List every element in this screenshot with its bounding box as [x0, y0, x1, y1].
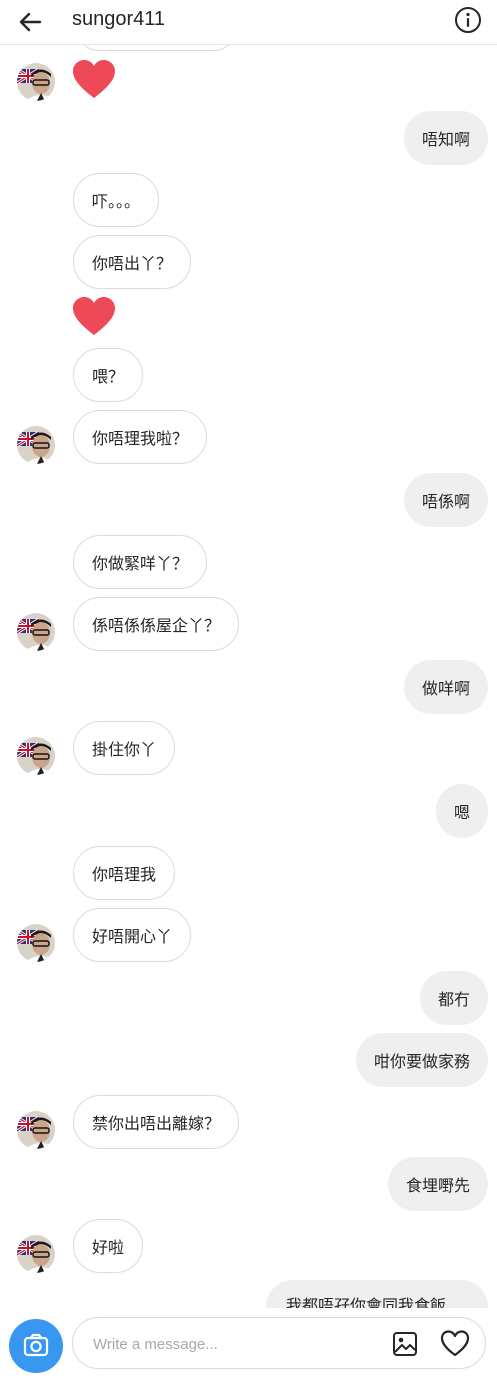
- chat-header: sungor411: [0, 0, 497, 45]
- message-bubble-incoming: 你做緊咩丫？: [73, 535, 208, 589]
- heart-icon[interactable]: [439, 1328, 471, 1360]
- message-input[interactable]: [91, 1331, 375, 1357]
- message-bubble-incoming: 喂？: [73, 348, 144, 402]
- message-bubble-incoming: 好啦: [73, 1219, 144, 1273]
- chat-username[interactable]: sungor411: [72, 6, 165, 32]
- message-bubble-incoming: 禁你出唔出離嫁？: [73, 1095, 240, 1149]
- message-input-wrapper: [72, 1317, 486, 1369]
- message-bubble-outgoing: 都冇: [419, 971, 488, 1025]
- avatar[interactable]: [17, 924, 55, 962]
- message-composer: [0, 1308, 497, 1382]
- avatar[interactable]: [17, 1235, 55, 1273]
- message-bubble-incoming: 吓。。。: [73, 173, 160, 227]
- message-bubble-outgoing: 做咩啊: [403, 660, 488, 714]
- avatar[interactable]: [17, 1111, 55, 1149]
- avatar[interactable]: [17, 426, 55, 464]
- message-bubble-outgoing: 嗯: [435, 784, 488, 838]
- heart-message-icon: [72, 297, 116, 337]
- camera-button[interactable]: [9, 1319, 63, 1373]
- message-bubble-incoming: 係唔係係屋企丫？: [73, 597, 240, 651]
- avatar[interactable]: [17, 737, 55, 775]
- message-bubble-outgoing: 唔知啊: [403, 111, 488, 165]
- message-bubble-incoming: 好唔開心丫: [73, 908, 192, 962]
- camera-icon: [23, 1333, 49, 1357]
- arrow-left-icon[interactable]: [14, 6, 46, 38]
- message-bubble-outgoing: 食埋嘢先: [387, 1157, 488, 1211]
- avatar[interactable]: [17, 63, 55, 101]
- heart-message-icon: [72, 60, 116, 100]
- avatar[interactable]: [17, 613, 55, 651]
- message-bubble-outgoing: 唔係啊: [403, 473, 488, 527]
- info-icon[interactable]: [453, 5, 483, 35]
- message-bubble-incoming: 你唔理我啦？: [73, 410, 208, 464]
- message-bubble-incoming: 你唔理我: [73, 846, 176, 900]
- image-gallery-icon[interactable]: [391, 1330, 419, 1358]
- message-bubble-outgoing: 咁你要做家務: [355, 1033, 488, 1087]
- message-bubble-incoming: 掛住你丫: [73, 721, 176, 775]
- message-bubble-incoming: 你唔出丫？: [73, 235, 192, 289]
